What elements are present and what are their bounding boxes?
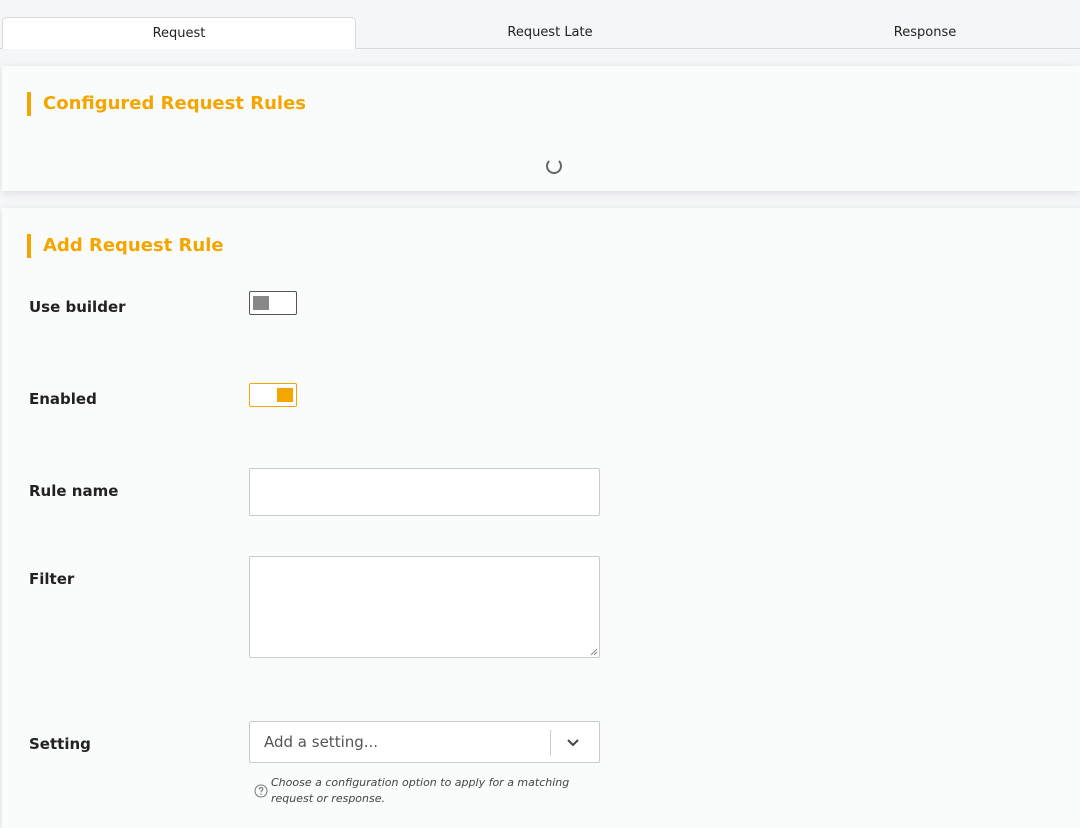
spinner-icon bbox=[546, 158, 562, 174]
filter-label: Filter bbox=[29, 570, 75, 588]
configured-rules-panel: Configured Request Rules bbox=[2, 66, 1080, 191]
add-rule-title: Add Request Rule bbox=[27, 234, 224, 258]
toggle-knob bbox=[277, 388, 293, 402]
select-divider bbox=[550, 730, 551, 756]
setting-label: Setting bbox=[29, 735, 91, 753]
tab-request-late[interactable]: Request Late bbox=[370, 17, 730, 48]
rule-name-input[interactable] bbox=[249, 468, 600, 516]
toggle-knob bbox=[253, 296, 269, 310]
tab-response[interactable]: Response bbox=[745, 17, 1080, 48]
enabled-toggle[interactable] bbox=[249, 383, 297, 407]
use-builder-label: Use builder bbox=[29, 298, 126, 316]
filter-textarea[interactable] bbox=[249, 556, 600, 658]
question-circle-icon bbox=[254, 784, 268, 798]
tab-bar: Request Request Late Response bbox=[0, 0, 1080, 49]
setting-select[interactable]: Add a setting... bbox=[249, 721, 600, 763]
use-builder-toggle[interactable] bbox=[249, 291, 297, 315]
rule-name-label: Rule name bbox=[29, 482, 119, 500]
setting-placeholder: Add a setting... bbox=[264, 733, 379, 751]
chevron-down-icon[interactable] bbox=[566, 736, 580, 750]
enabled-label: Enabled bbox=[29, 390, 97, 408]
resize-grip-icon[interactable] bbox=[590, 648, 598, 656]
setting-help-text: Choose a configuration option to apply f… bbox=[271, 776, 570, 805]
configured-rules-title: Configured Request Rules bbox=[27, 92, 306, 116]
tab-request[interactable]: Request bbox=[2, 17, 356, 49]
